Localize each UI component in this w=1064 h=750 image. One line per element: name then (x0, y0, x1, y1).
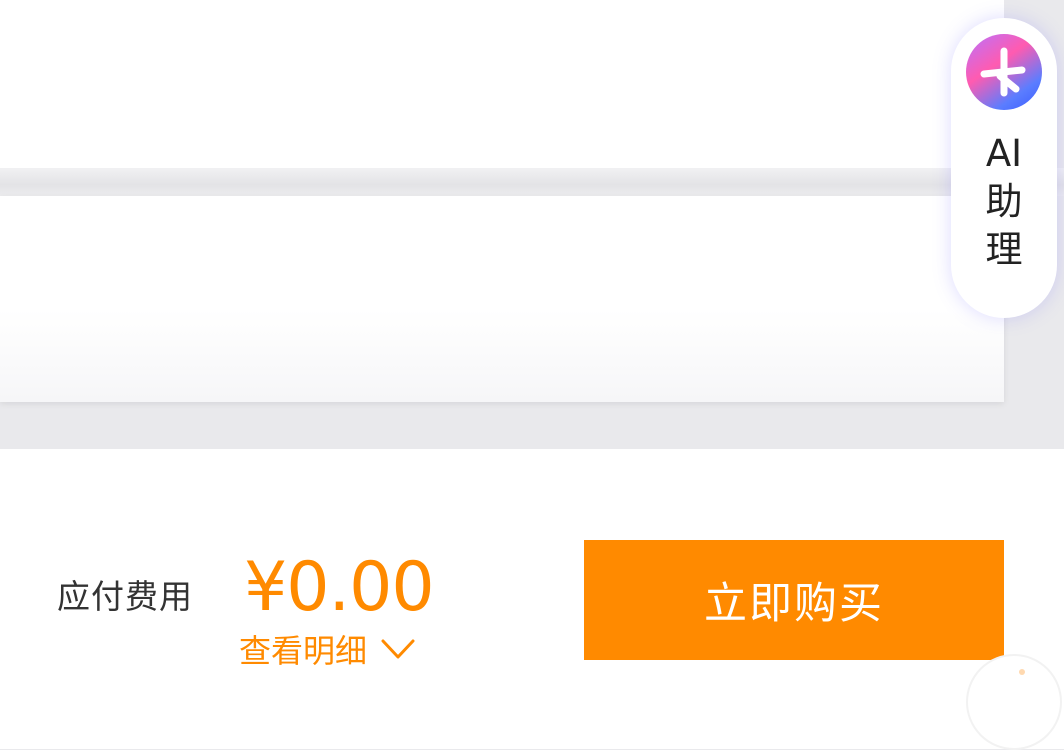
ai-assistant-label-line1: AI (985, 132, 1023, 175)
chevron-down-icon (381, 639, 415, 659)
ai-assistant-button[interactable]: AI 助 理 (951, 18, 1057, 318)
top-panel (0, 0, 1004, 168)
content-card (0, 196, 1004, 402)
sparkle-icon (966, 34, 1042, 110)
total-price: ¥0.00 (244, 548, 435, 627)
fee-label: 应付费用 (57, 577, 193, 616)
buy-now-button[interactable]: 立即购买 (584, 540, 1004, 660)
view-details-link[interactable]: 查看明细 (239, 626, 415, 672)
watermark-logo (966, 654, 1062, 750)
section-separator (0, 168, 1064, 196)
ai-assistant-label-line3: 理 (985, 228, 1023, 271)
ai-assistant-label-line2: 助 (985, 180, 1023, 223)
watermark-dot (1019, 669, 1025, 675)
ai-assistant-label: AI 助 理 (951, 130, 1057, 274)
view-details-label: 查看明细 (239, 632, 368, 670)
